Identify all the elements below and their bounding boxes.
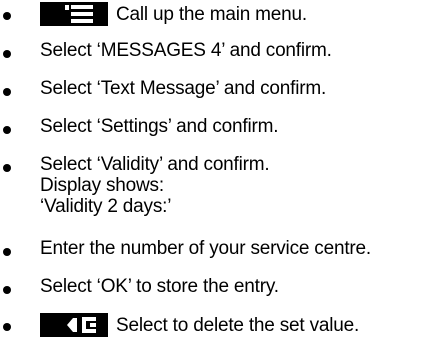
step-text: Select ‘MESSAGES 4’ and confirm.	[40, 40, 332, 61]
bullet	[3, 286, 11, 294]
bullet	[3, 248, 11, 256]
display-shows-label: Display shows:	[40, 175, 164, 196]
bullet	[3, 323, 11, 331]
step-text: Select ‘Text Message’ and confirm.	[40, 78, 327, 99]
step-content: Call up the main menu.	[40, 2, 307, 26]
bullet	[3, 12, 11, 20]
delete-key-icon	[40, 313, 108, 337]
bullet	[3, 126, 11, 134]
step-content: Select to delete the set value.	[40, 313, 359, 337]
display-value: ‘Validity 2 days:’	[40, 196, 172, 217]
step-text: Enter the number of your service centre.	[40, 238, 371, 259]
main-menu-key-icon	[40, 2, 108, 26]
step-text: Call up the main menu.	[116, 3, 307, 25]
step-text: Select ‘OK’ to store the entry.	[40, 276, 279, 297]
step-text: Select to delete the set value.	[116, 314, 360, 336]
bullet	[3, 88, 11, 96]
bullet	[3, 50, 11, 58]
step-text-block: Select ‘Validity’ and confirm. Display s…	[40, 154, 270, 217]
step-text: Select ‘Settings’ and confirm.	[40, 116, 279, 137]
bullet	[3, 164, 11, 172]
step-text-line: Select ‘Validity’ and confirm.	[40, 154, 270, 175]
